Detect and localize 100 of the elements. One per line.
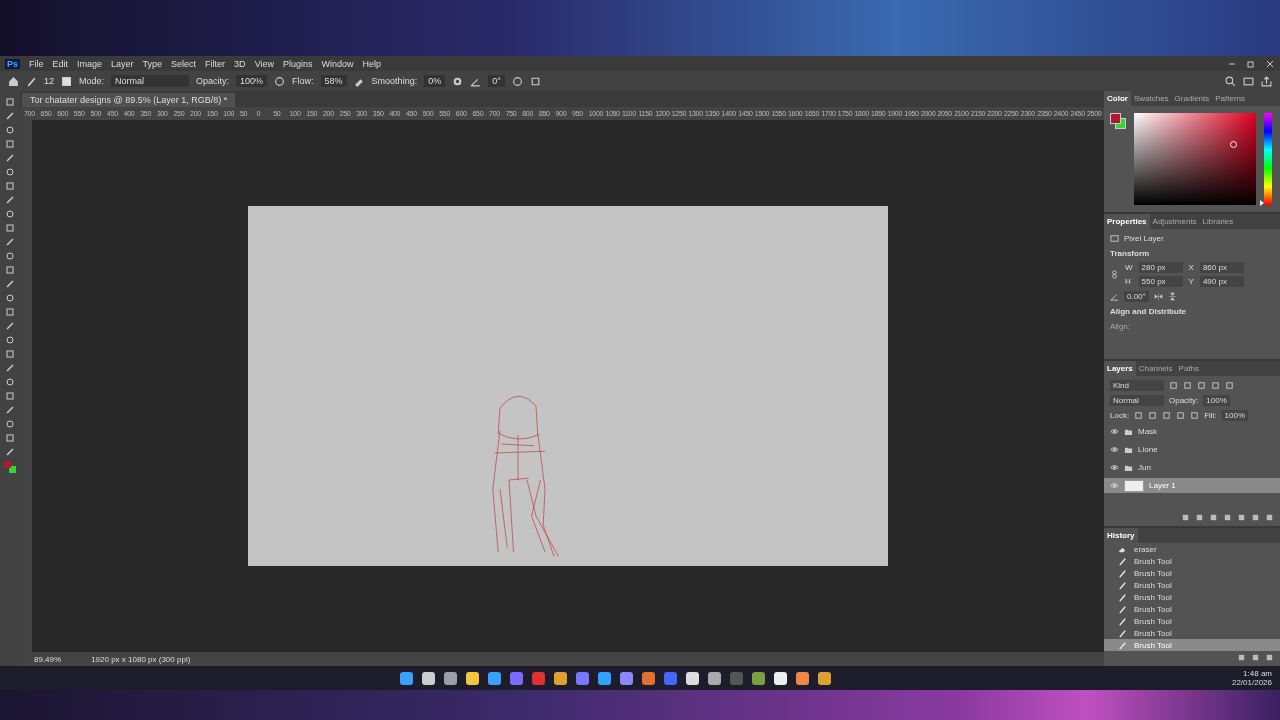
layer-thumbnail — [1124, 479, 1144, 492]
visibility-eye-icon[interactable] — [1110, 427, 1119, 437]
panel-tab[interactable]: Paths — [1175, 361, 1203, 377]
panel-tab[interactable]: Properties — [1104, 214, 1150, 229]
transform-field[interactable]: 860 px — [1199, 262, 1244, 273]
flip-horizontal-icon[interactable] — [1153, 291, 1163, 301]
history-step[interactable]: Brush Tool — [1104, 579, 1280, 591]
app-icon[interactable] — [818, 671, 831, 685]
opacity-field[interactable]: 100% — [236, 75, 268, 87]
share-icon[interactable] — [1261, 75, 1272, 87]
app-icon[interactable] — [620, 671, 633, 685]
history-step[interactable]: Brush Tool — [1104, 627, 1280, 639]
panel-tab[interactable]: History — [1104, 528, 1138, 543]
menu-item[interactable]: Plugins — [283, 58, 313, 69]
menu-item[interactable]: File — [29, 58, 44, 69]
color-swatches[interactable] — [4, 461, 16, 473]
field-label: Y — [1188, 277, 1194, 286]
angle-field[interactable]: 0.00° — [1124, 290, 1149, 302]
history-step[interactable]: Brush Tool — [1104, 591, 1280, 603]
transform-field[interactable]: 550 px — [1138, 276, 1183, 287]
fill-label: Fill: — [1204, 410, 1217, 420]
panel-tab[interactable]: Layers — [1104, 361, 1136, 377]
transform-field[interactable]: 280 px — [1138, 262, 1183, 273]
history-step[interactable]: Brush Tool — [1104, 567, 1280, 579]
document-dimensions: 1920 px x 1080 px (300 ppi) — [91, 654, 191, 664]
clock-date[interactable]: 22/01/2026 — [1231, 678, 1272, 687]
link-icon[interactable] — [1110, 270, 1119, 279]
flip-vertical-icon[interactable] — [1167, 291, 1177, 301]
blend-mode-dropdown[interactable]: Normal — [1110, 394, 1164, 406]
opacity-label: Opacity: — [196, 76, 230, 86]
opacity-field[interactable]: 100% — [1203, 394, 1230, 406]
clock-time[interactable]: 1:48 am — [1243, 669, 1272, 678]
brush-size[interactable]: 12 — [44, 76, 54, 86]
panel-tab[interactable]: Patterns — [1212, 91, 1249, 106]
menu-item[interactable]: Help — [362, 58, 382, 69]
app-logo: Ps — [5, 58, 20, 69]
history-step[interactable]: Brush Tool — [1104, 555, 1280, 567]
layer-filter-dropdown[interactable]: Kind — [1110, 379, 1164, 391]
layer-row[interactable]: Mask — [1104, 424, 1280, 440]
app-icon[interactable] — [598, 671, 611, 685]
app-icon[interactable] — [796, 671, 809, 685]
mode-dropdown[interactable]: Normal — [111, 75, 190, 87]
menu-item[interactable]: Filter — [205, 58, 226, 69]
section-heading[interactable]: Transform — [1110, 248, 1150, 258]
fill-field[interactable]: 100% — [1221, 409, 1249, 421]
flow-field[interactable]: 58% — [320, 75, 347, 87]
menu-item[interactable]: Window — [321, 58, 354, 69]
restore-icon[interactable] — [1246, 58, 1256, 69]
brush-icon[interactable] — [26, 75, 37, 87]
home-icon[interactable] — [8, 75, 19, 87]
layer-type-label: Pixel Layer — [1124, 233, 1164, 243]
app-icon[interactable] — [488, 671, 501, 685]
settings-icon[interactable] — [452, 75, 464, 87]
panel-tab[interactable]: Libraries — [1199, 214, 1237, 229]
menu-item[interactable]: View — [254, 58, 274, 69]
search-icon[interactable] — [1225, 75, 1236, 87]
menu-item[interactable]: Edit — [52, 58, 69, 69]
menu-item[interactable]: 3D — [234, 58, 246, 69]
panel-tab[interactable]: Swatches — [1130, 91, 1172, 106]
panel-tab[interactable]: Channels — [1135, 361, 1176, 377]
panel-tab[interactable]: Adjustments — [1149, 214, 1200, 229]
visibility-eye-icon[interactable] — [1110, 445, 1119, 455]
app-icon[interactable] — [554, 671, 567, 685]
workspace-icon[interactable] — [1243, 75, 1254, 87]
history-step[interactable]: Brush Tool — [1104, 603, 1280, 615]
app-icon[interactable] — [708, 671, 721, 685]
color-picker-field[interactable] — [1134, 113, 1256, 205]
section-heading[interactable]: Align and Distribute — [1110, 306, 1186, 316]
transform-field[interactable]: 490 px — [1199, 276, 1244, 287]
smoothing-field[interactable]: 0% — [424, 75, 446, 87]
app-icon[interactable] — [466, 671, 479, 685]
close-icon[interactable] — [1265, 58, 1275, 69]
layer-row[interactable]: Jun — [1104, 460, 1280, 476]
color-swatches[interactable] — [1110, 113, 1126, 129]
menu-item[interactable]: Select — [171, 58, 197, 69]
app-icon[interactable] — [774, 671, 787, 685]
mode-label: Mode: — [79, 76, 105, 86]
lock-label: Lock: — [1110, 410, 1130, 420]
menu-item[interactable]: Image — [77, 58, 103, 69]
brush-panel-icon[interactable] — [61, 75, 72, 87]
align-label: Align: — [1110, 321, 1130, 331]
panel-tab[interactable]: Gradients — [1171, 91, 1213, 106]
menu-item[interactable]: Layer — [111, 58, 134, 69]
app-icon[interactable] — [400, 671, 413, 685]
field-label: X — [1188, 263, 1194, 272]
field-label: H — [1125, 277, 1132, 286]
zoom-level[interactable]: 89.49% — [34, 654, 62, 664]
smoothing-label: Smoothing: — [371, 76, 418, 86]
history-step[interactable]: eraser — [1104, 543, 1280, 555]
history-step[interactable]: Brush Tool — [1104, 615, 1280, 627]
app-icon[interactable] — [422, 671, 435, 685]
visibility-eye-icon[interactable] — [1110, 463, 1119, 473]
document-tab[interactable]: Tor chatater designs @ 89.5% (Layer 1, RGB/8) * — [22, 93, 236, 107]
layer-row[interactable]: Lione — [1104, 442, 1280, 458]
menu-item[interactable]: Type — [142, 58, 163, 69]
panel-tab[interactable]: Color — [1104, 91, 1131, 106]
angle-field[interactable]: 0° — [488, 75, 505, 87]
app-icon[interactable] — [686, 671, 699, 685]
app-icon[interactable] — [444, 671, 457, 685]
app-icon[interactable] — [752, 671, 765, 685]
